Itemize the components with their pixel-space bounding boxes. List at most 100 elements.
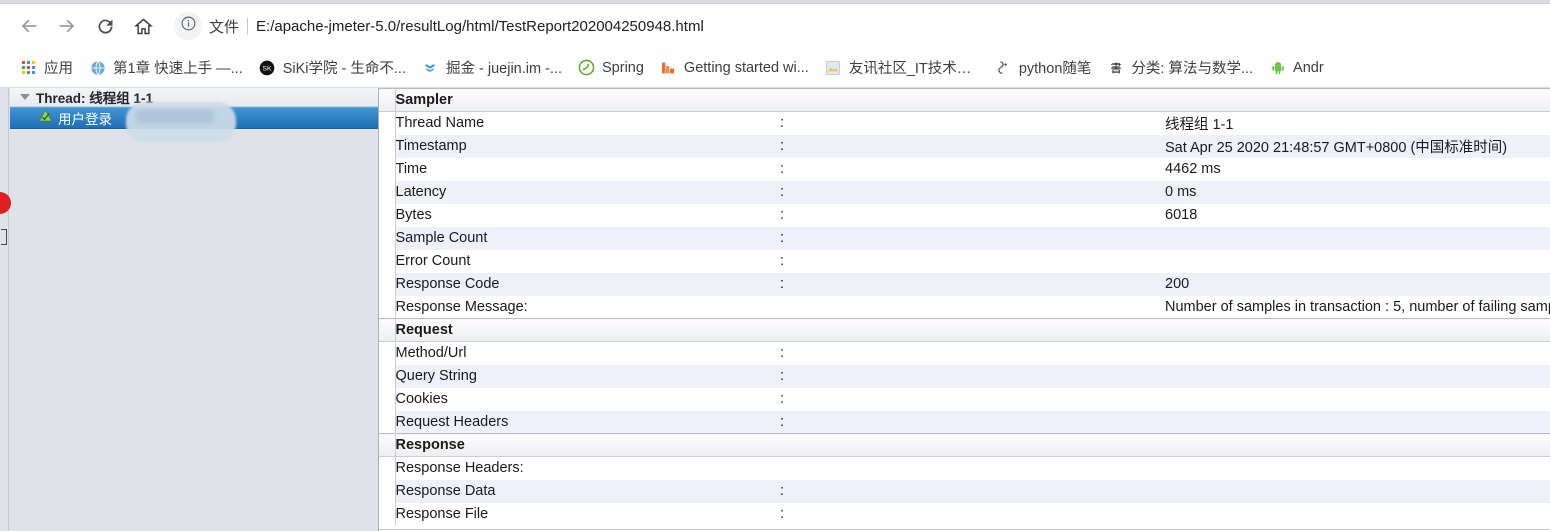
detail-row: Thread Name: 线程组 1-1 (379, 111, 1550, 135)
bookmark-label: Andr (1293, 59, 1324, 76)
detail-row-colon: : (780, 226, 1165, 250)
arrow-left-icon (18, 15, 40, 37)
detail-row-label: Response Code (395, 272, 780, 296)
detail-section-title: Sampler (395, 88, 1550, 112)
detail-row-colon: : (780, 134, 1165, 158)
arrow-right-icon (56, 15, 78, 37)
info-circle-icon (180, 15, 197, 37)
spring-leaf-icon (578, 59, 595, 76)
python-note-icon (995, 59, 1012, 76)
detail-row-label: Response Data (395, 479, 780, 503)
row-gutter (379, 433, 396, 457)
detail-row-value: 0 ms (1165, 180, 1550, 204)
row-gutter (379, 318, 396, 342)
detail-row-value: 线程组 1-1 (1165, 111, 1550, 135)
bookmark-label: 友讯社区_IT技术分... (848, 61, 979, 77)
home-icon (133, 16, 154, 37)
detail-row-value (1165, 479, 1550, 503)
detail-row-value (1165, 226, 1550, 250)
home-button[interactable] (124, 7, 162, 45)
bookmark-juejin[interactable]: 掘金 - juejin.im -... (414, 54, 570, 82)
bookmark-label: Getting started wi... (683, 59, 809, 76)
tree-node-sampler[interactable]: 用户登录 (10, 102, 378, 142)
detail-row-label: Timestamp (395, 134, 780, 158)
triangle-down-icon[interactable] (20, 94, 30, 100)
detail-row-colon: : (780, 111, 1165, 135)
row-gutter (379, 456, 396, 480)
bookmark-getting-started[interactable]: Getting started wi... (652, 54, 817, 82)
detail-row-value: Sat Apr 25 2020 21:48:57 GMT+0800 (中国标准时… (1165, 134, 1550, 158)
bookmark-label: SiKi学院 - 生命不... (282, 61, 406, 77)
row-gutter (379, 180, 396, 204)
bookmark-label: 掘金 - juejin.im -... (445, 61, 562, 77)
detail-section-header: Response (379, 433, 1550, 457)
reload-button[interactable] (86, 7, 124, 45)
table-bottom-rule (379, 529, 1550, 530)
detail-row-value (1165, 341, 1550, 365)
detail-row: Response Message: Number of samples in tr… (379, 295, 1550, 319)
bookmark-android[interactable]: Andr (1261, 54, 1332, 82)
row-gutter (379, 502, 396, 526)
bookmark-label: 分类: 算法与数学... (1131, 61, 1254, 77)
browser-chrome: 文件 E:/apache-jmeter-5.0/resultLog/html/T… (0, 0, 1550, 88)
detail-row-value: 200 (1165, 272, 1550, 296)
detail-section-title: Request (395, 318, 1550, 342)
svg-text:SK: SK (263, 65, 272, 72)
detail-row: Cookies: (379, 387, 1550, 411)
bookmark-algorithms[interactable]: 書 分类: 算法与数学... (1099, 54, 1261, 82)
detail-row-value (1165, 456, 1550, 480)
bookmark-label: python随笔 (1018, 61, 1092, 77)
detail-row-value (1165, 364, 1550, 388)
detail-row-label: Error Count (395, 249, 780, 273)
bookmark-youxun[interactable]: 友讯社区_IT技术分... (817, 54, 987, 82)
bookmark-siki[interactable]: SK SiKi学院 - 生命不... (251, 54, 414, 82)
detail-row-label: Response Message: (395, 295, 1165, 319)
row-gutter (379, 410, 396, 434)
green-check-triangle-icon (38, 108, 53, 128)
row-gutter (379, 203, 396, 227)
tree-node-sampler-label: 用户登录 (58, 112, 112, 127)
detail-row-value: Number of samples in transaction : 5, nu… (1165, 295, 1550, 319)
detail-row-value (1165, 410, 1550, 434)
detail-row-value: 6018 (1165, 203, 1550, 227)
detail-row: Response Data: (379, 479, 1550, 503)
jmeter-report-body: Thread: 线程组 1-1 用户登录 Sampler Thread Name:… (0, 88, 1550, 531)
bookmark-spring[interactable]: Spring (570, 54, 652, 82)
apps-grid-icon (20, 59, 37, 76)
back-button[interactable] (10, 7, 48, 45)
detail-row-colon: : (780, 479, 1165, 503)
detail-row-colon: : (780, 180, 1165, 204)
bookmarks-bar: 应用 第1章 快速上手 —... SK SiKi学院 - 生命不... 掘金 -… (0, 48, 1550, 88)
row-gutter (379, 88, 396, 112)
detail-row-label: Response Headers: (395, 456, 1165, 480)
row-gutter (379, 226, 396, 250)
detail-row-label: Response File (395, 502, 780, 526)
tree-left-gutter (0, 88, 9, 531)
address-bar[interactable]: 文件 E:/apache-jmeter-5.0/resultLog/html/T… (170, 10, 1536, 42)
detail-row-value (1165, 502, 1550, 526)
row-gutter (379, 272, 396, 296)
tree-content: Thread: 线程组 1-1 用户登录 (10, 88, 378, 531)
detail-row-colon: : (780, 410, 1165, 434)
row-gutter (379, 341, 396, 365)
site-info-button[interactable] (174, 12, 202, 40)
detail-row-label: Sample Count (395, 226, 780, 250)
detail-row-label: Query String (395, 364, 780, 388)
detail-row: Query String: (379, 364, 1550, 388)
url-text[interactable]: E:/apache-jmeter-5.0/resultLog/html/Test… (256, 18, 704, 35)
forward-button[interactable] (48, 7, 86, 45)
bookmark-apps[interactable]: 应用 (12, 54, 81, 82)
bookmark-python-notes[interactable]: python随笔 (987, 54, 1100, 82)
detail-row: Request Headers: (379, 410, 1550, 434)
detail-row-value: 4462 ms (1165, 157, 1550, 181)
detail-row: Response Code:200 (379, 272, 1550, 296)
detail-row: Timestamp: Sat Apr 25 2020 21:48:57 GMT+0… (379, 134, 1550, 158)
detail-section-header: Request (379, 318, 1550, 342)
sample-detail-table: Sampler Thread Name: 线程组 1-1 Timestamp: Sat … (379, 88, 1550, 526)
bookmark-chapter1[interactable]: 第1章 快速上手 —... (81, 54, 251, 82)
detail-row: Response Headers: (379, 456, 1550, 480)
detail-row: Error Count: (379, 249, 1550, 273)
detail-row-value (1165, 387, 1550, 411)
detail-row: Time:4462 ms (379, 157, 1550, 181)
row-gutter (379, 479, 396, 503)
